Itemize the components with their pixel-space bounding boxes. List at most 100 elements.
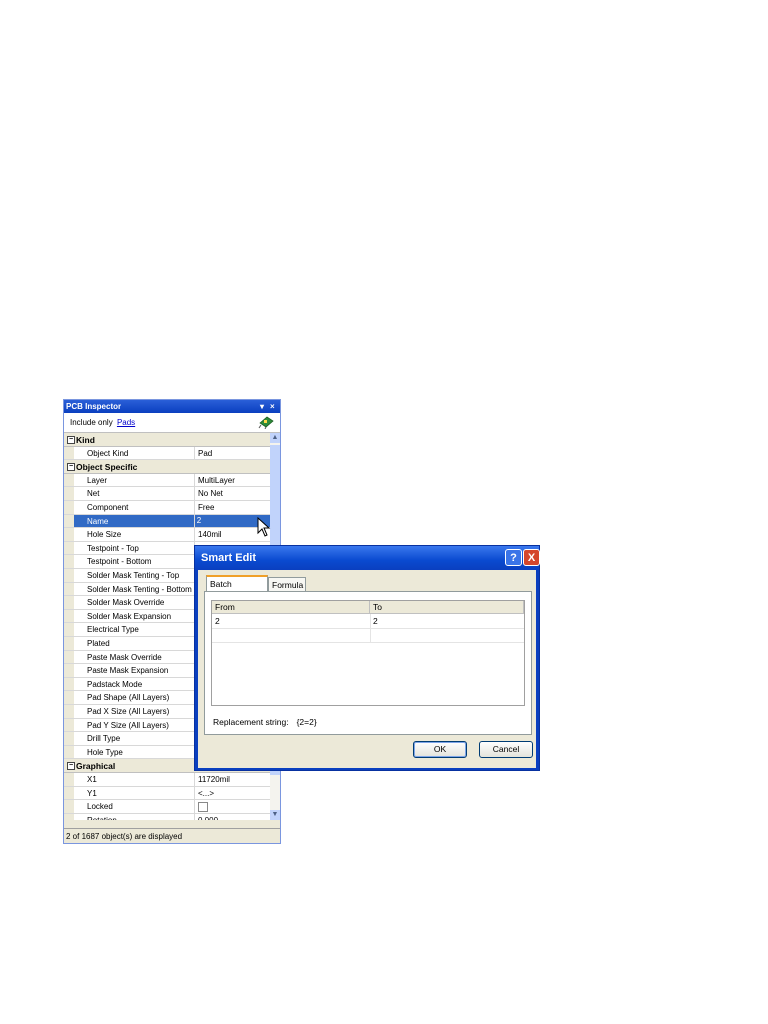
property-value[interactable]: <...>	[198, 789, 214, 798]
row-gutter	[64, 773, 74, 786]
row-gutter	[64, 786, 74, 800]
property-name: Pad Shape (All Layers)	[87, 693, 170, 703]
property-name: Pad Y Size (All Layers)	[87, 720, 169, 730]
category-label: Graphical	[76, 761, 116, 772]
panel-close-icon[interactable]: ×	[270, 400, 275, 413]
property-name: Paste Mask Expansion	[87, 666, 169, 676]
pcb-component-icon	[258, 416, 274, 429]
column-divider	[370, 628, 371, 642]
property-row-y1[interactable]: Y1 <...>	[64, 786, 270, 801]
replacement-string: Replacement string: {2=2}	[213, 717, 317, 727]
row-gutter	[64, 813, 74, 820]
row-gutter	[64, 800, 74, 813]
row-gutter	[64, 528, 74, 541]
column-header-to[interactable]: To	[370, 601, 524, 614]
property-name: Pad X Size (All Layers)	[87, 707, 170, 716]
close-button[interactable]: X	[523, 549, 540, 566]
property-row-x1[interactable]: X1 11720mil	[64, 773, 270, 787]
property-name: Component	[87, 503, 129, 512]
property-name: Paste Mask Override	[87, 652, 162, 662]
property-name: Hole Size	[87, 530, 122, 540]
row-gutter	[64, 691, 74, 704]
tab-batch-replace[interactable]: Batch Replace	[206, 575, 268, 604]
property-name: Layer	[87, 475, 108, 485]
row-gutter	[64, 623, 74, 636]
replace-table[interactable]: From To 2 2	[211, 600, 525, 706]
tab-formula[interactable]: Formula	[268, 577, 306, 592]
smart-edit-dialog: Smart Edit ? X Batch Replace Formula Fro…	[194, 545, 540, 771]
ok-button[interactable]: OK	[413, 741, 467, 758]
filter-pads-link[interactable]: Pads	[117, 418, 135, 427]
from-cell[interactable]: 2	[212, 616, 220, 626]
row-gutter	[64, 487, 74, 500]
property-name: Solder Mask Override	[87, 598, 165, 608]
property-name: Testpoint - Bottom	[87, 557, 152, 567]
property-name: Plated	[87, 639, 110, 648]
locked-checkbox[interactable]	[198, 802, 208, 813]
property-value[interactable]: 11720mil	[198, 775, 230, 784]
category-label: Object Specific	[76, 462, 138, 473]
dialog-title-bar: Smart Edit ? X	[195, 546, 540, 570]
column-divider	[370, 614, 371, 628]
row-gutter	[64, 718, 74, 732]
collapse-icon[interactable]: −	[67, 463, 75, 472]
category-object-specific[interactable]: − Object Specific	[64, 460, 270, 474]
property-row-layer[interactable]: Layer MultiLayer	[64, 473, 270, 488]
property-name: Y1	[87, 788, 97, 798]
property-row-locked[interactable]: Locked	[64, 800, 270, 814]
property-name: Padstack Mode	[87, 679, 143, 689]
property-value[interactable]: Free	[198, 503, 214, 512]
row-gutter	[64, 582, 74, 596]
column-header-from[interactable]: From	[212, 601, 370, 614]
dialog-body: Batch Replace Formula From To 2 2 Replac…	[198, 570, 536, 768]
column-divider	[194, 813, 195, 820]
help-button[interactable]: ?	[505, 549, 522, 566]
category-kind[interactable]: − Kind	[64, 433, 270, 447]
property-name: Solder Mask Expansion	[87, 611, 172, 621]
row-gutter	[64, 677, 74, 691]
inspector-filter-bar: Include only Pads	[64, 413, 280, 433]
scroll-up-icon[interactable]: ▲	[270, 433, 280, 443]
property-row-rotation[interactable]: Rotation 0.000	[64, 813, 270, 820]
property-value-editor[interactable]: 2	[196, 515, 202, 526]
property-value[interactable]: No Net	[198, 489, 223, 498]
dialog-title: Smart Edit	[201, 552, 257, 564]
row-gutter	[64, 637, 74, 650]
property-name: Object Kind	[87, 448, 129, 458]
row-gutter	[64, 705, 74, 718]
column-divider	[194, 501, 195, 514]
property-row-hole-size[interactable]: Hole Size 140mil	[64, 528, 270, 542]
inspector-title: PCB Inspector	[66, 402, 122, 411]
property-name: Electrical Type	[87, 625, 139, 635]
mouse-cursor-icon	[257, 517, 271, 537]
property-value[interactable]: 140mil	[198, 530, 222, 539]
collapse-icon[interactable]: −	[67, 436, 75, 444]
column-divider	[194, 446, 195, 460]
row-gutter	[64, 446, 74, 460]
inspector-status: 2 of 1687 object(s) are displayed	[64, 828, 280, 843]
property-name: Net	[87, 489, 100, 499]
property-value[interactable]: Pad	[198, 449, 212, 458]
column-divider	[194, 487, 195, 500]
row-gutter	[64, 555, 74, 568]
panel-menu-icon[interactable]: ▾	[260, 400, 264, 413]
property-row-net[interactable]: Net No Net	[64, 487, 270, 501]
cancel-button[interactable]: Cancel	[479, 741, 533, 758]
column-divider	[194, 473, 195, 487]
replacement-label: Replacement string:	[213, 717, 289, 727]
property-name: Locked	[87, 802, 113, 812]
property-row-component[interactable]: Component Free	[64, 501, 270, 515]
property-row-name[interactable]: Name 2	[64, 514, 270, 529]
collapse-icon[interactable]: −	[67, 762, 75, 771]
property-name: X1	[87, 775, 97, 784]
filter-prefix: Include only	[70, 418, 113, 427]
column-divider	[194, 514, 195, 528]
to-cell[interactable]: 2	[370, 616, 378, 626]
scroll-down-icon[interactable]: ▼	[270, 810, 280, 820]
row-gutter	[64, 514, 74, 528]
row-gutter	[64, 745, 74, 759]
row-divider	[212, 642, 524, 643]
property-value[interactable]: 0.000	[198, 816, 218, 820]
property-row-object-kind[interactable]: Object Kind Pad	[64, 446, 270, 461]
property-value[interactable]: MultiLayer	[198, 476, 235, 485]
